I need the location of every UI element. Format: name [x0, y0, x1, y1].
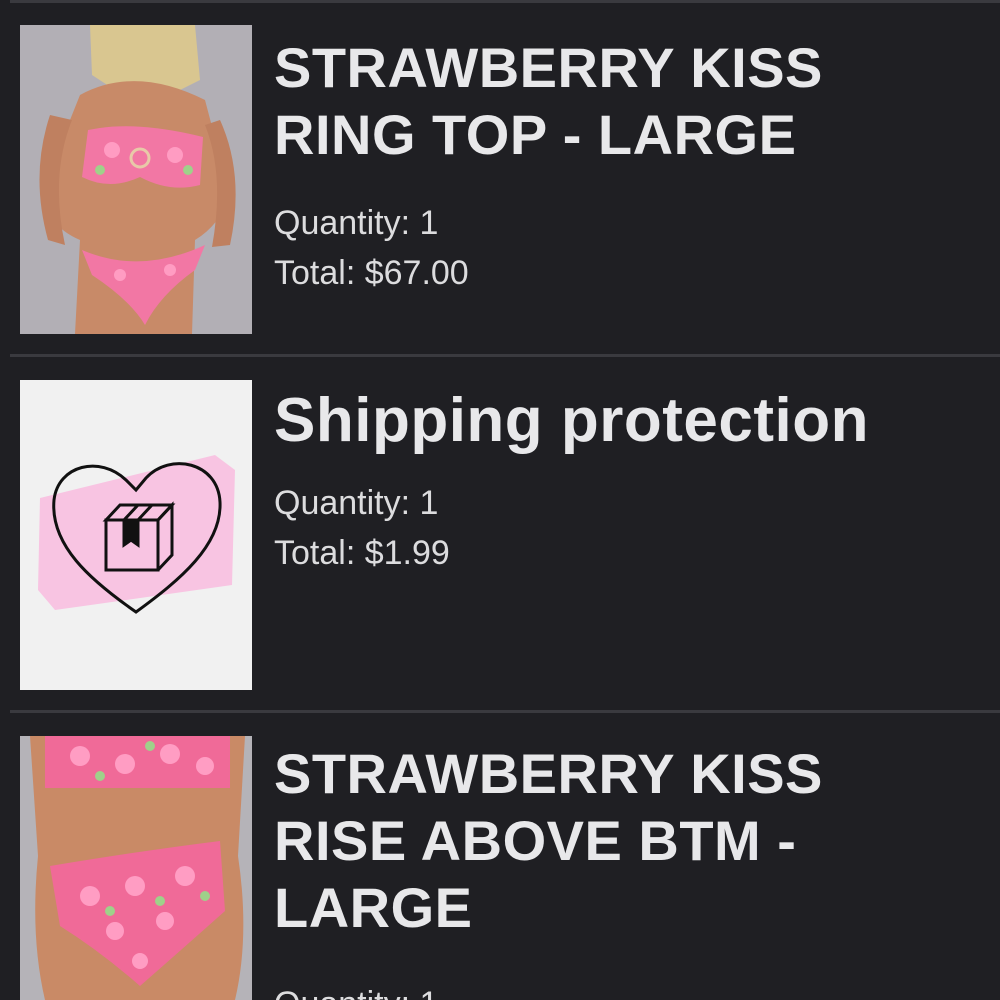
item-info: STRAWBERRY KISS RISE ABOVE BTM - LARGE Q… [274, 740, 980, 1000]
item-info: Shipping protection Quantity: 1 Total: $… [274, 387, 980, 578]
item-total: Total: $1.99 [274, 534, 450, 572]
list-item-rise-above-btm[interactable]: STRAWBERRY KISS RISE ABOVE BTM - LARGE Q… [0, 713, 1000, 1000]
item-title: STRAWBERRY KISS RISE ABOVE BTM - LARGE [274, 740, 980, 941]
item-info: STRAWBERRY KISS RING TOP - LARGE Quantit… [274, 34, 980, 298]
title-line: STRAWBERRY KISS [274, 36, 823, 99]
title-line: STRAWBERRY KISS [274, 742, 823, 805]
item-total: Total: $67.00 [274, 254, 469, 292]
item-title: Shipping protection [274, 387, 980, 454]
item-quantity: Quantity: 1 [274, 204, 439, 242]
order-items-list: STRAWBERRY KISS RING TOP - LARGE Quantit… [0, 0, 1000, 1000]
list-item-ring-top[interactable]: STRAWBERRY KISS RING TOP - LARGE Quantit… [0, 0, 1000, 355]
item-quantity: Quantity: 1 [274, 979, 980, 1000]
list-item-shipping-protection[interactable]: Shipping protection Quantity: 1 Total: $… [0, 357, 1000, 712]
title-line: RISE ABOVE BTM - [274, 809, 797, 872]
product-image-ring-top [20, 25, 252, 334]
product-image-rise-above-btm [20, 736, 252, 1000]
title-line: LARGE [274, 876, 473, 939]
product-image-shipping-protection [20, 380, 252, 690]
title-line: RING TOP - LARGE [274, 103, 797, 166]
item-quantity: Quantity: 1 [274, 484, 439, 522]
title-line: Shipping protection [274, 386, 869, 455]
item-title: STRAWBERRY KISS RING TOP - LARGE [274, 34, 980, 168]
